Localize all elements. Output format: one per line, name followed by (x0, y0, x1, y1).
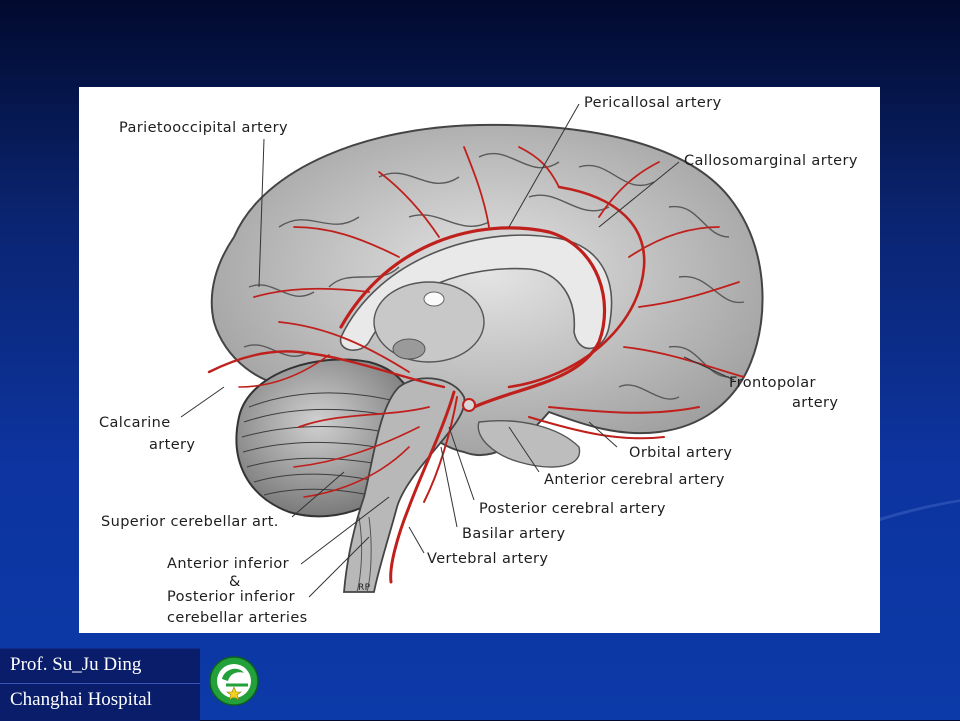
label-cerebellar-arteries: cerebellar arteries (167, 610, 308, 626)
brain-illustration: Pericallosal artery Parietooccipital art… (99, 95, 858, 626)
label-calcarine-artery: artery (149, 437, 195, 453)
credit-author: Prof. Su_Ju Ding (10, 654, 142, 675)
label-posterior-cerebral: Posterior cerebral artery (479, 501, 666, 517)
credit-hospital: Changhai Hospital (10, 689, 152, 710)
label-basilar: Basilar artery (462, 526, 566, 542)
credit-box: Prof. Su_Ju Ding Changhai Hospital (0, 648, 200, 721)
label-callosomarginal: Callosomarginal artery (684, 153, 858, 169)
label-parietooccipital: Parietooccipital artery (119, 120, 288, 136)
label-anterior-inferior: Anterior inferior (167, 556, 289, 572)
label-superior-cerebellar: Superior cerebellar art. (101, 514, 279, 530)
illustrator-signature: RP (358, 583, 371, 593)
label-frontopolar: Frontopolar (729, 375, 816, 391)
credit-divider (0, 683, 200, 684)
label-orbital: Orbital artery (629, 445, 732, 461)
hospital-emblem-icon (208, 655, 260, 707)
label-vertebral: Vertebral artery (427, 551, 548, 567)
label-calcarine: Calcarine (99, 415, 171, 431)
label-ampersand: & (229, 574, 241, 590)
label-anterior-cerebral: Anterior cerebral artery (544, 472, 725, 488)
label-posterior-inferior: Posterior inferior (167, 589, 295, 605)
slide: { "labels": { "pericallosal": "Pericallo… (0, 0, 960, 721)
brain-artery-diagram: Pericallosal artery Parietooccipital art… (79, 87, 880, 633)
label-pericallosal: Pericallosal artery (584, 95, 722, 111)
label-frontopolar-artery: artery (792, 395, 838, 411)
